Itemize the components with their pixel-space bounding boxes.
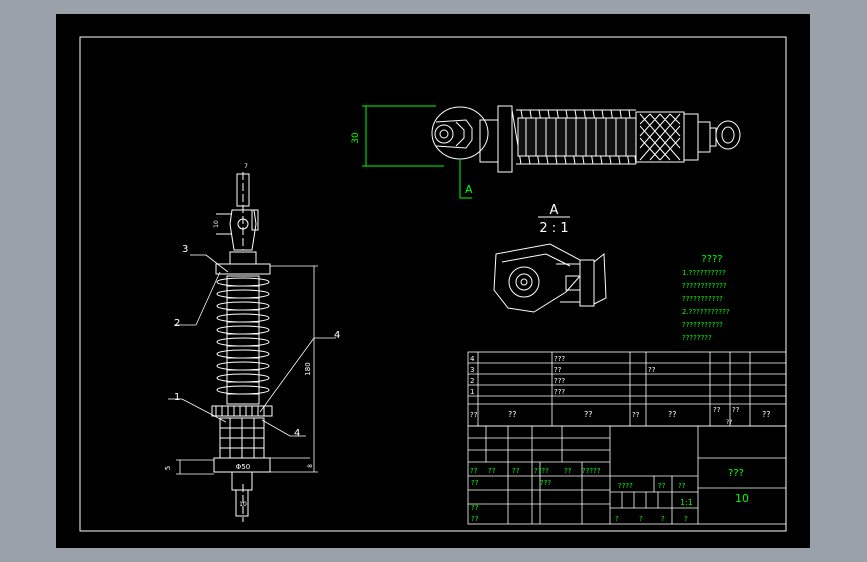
- left-row: ??: [471, 515, 479, 523]
- bottom-cell: ?: [639, 515, 643, 523]
- parts-row-name: ???: [554, 355, 565, 363]
- detail-a-view: [493, 243, 607, 313]
- note-line: 2.???????????: [682, 308, 730, 316]
- notes-title: ????: [701, 254, 722, 265]
- parts-row-no: 4: [470, 355, 475, 363]
- note-line: ???????????: [682, 321, 723, 329]
- parts-row-no: 3: [470, 366, 474, 374]
- drawing-number: 10: [735, 492, 749, 505]
- front-dim-side: 10: [213, 220, 220, 228]
- parts-row-name: ??: [554, 366, 562, 374]
- scale-value: 1:1: [680, 498, 693, 507]
- top-dim-label: 30: [351, 132, 361, 144]
- parts-header: ??: [470, 411, 478, 419]
- top-view: [431, 105, 741, 173]
- callout-1: 1: [174, 392, 180, 403]
- note-line: ???????????: [682, 295, 723, 303]
- bottom-cell: ?: [661, 515, 665, 523]
- parts-row-material: ??: [648, 366, 656, 374]
- sign-cell: ?????: [582, 467, 601, 475]
- top-dimension: [362, 105, 472, 199]
- bottom-cell: ?: [615, 515, 619, 523]
- sign-cell: ??: [564, 467, 572, 475]
- drawing-name: ???: [728, 468, 744, 479]
- front-dim-base: 8: [307, 464, 314, 468]
- parts-header-sub: ??: [726, 419, 732, 426]
- front-dim-left: 5: [164, 466, 172, 470]
- parts-header: ??: [732, 406, 740, 414]
- sign-cell: ????: [534, 467, 549, 475]
- front-dim-top: 7: [244, 163, 248, 170]
- parts-row-no: 2: [470, 377, 474, 385]
- stage-label: ??: [658, 482, 666, 490]
- callout-2: 2: [174, 318, 180, 329]
- bottom-cell: ?: [684, 515, 688, 523]
- sign-cell: ??: [470, 467, 478, 475]
- callout-3: 3: [182, 244, 188, 255]
- left-row: ??: [471, 504, 479, 512]
- left-row: ??: [471, 479, 479, 487]
- inner-border: [79, 36, 787, 532]
- front-dim-bottom: 10: [239, 501, 247, 508]
- note-line: ????????????: [682, 282, 727, 290]
- note-line: 1.??????????: [682, 269, 726, 277]
- section-label: A: [465, 183, 473, 196]
- parts-row-no: 1: [470, 388, 474, 396]
- parts-header: ??: [762, 410, 771, 419]
- parts-row-name: ???: [554, 377, 565, 385]
- parts-header: ??: [508, 410, 517, 419]
- front-dim-height: 180: [304, 362, 312, 375]
- drawing-sheet: 30 A A 2 : 1 ???? 1.?????????? ?????????…: [56, 14, 810, 548]
- front-dim-body: Φ50: [236, 463, 250, 471]
- front-spring: [216, 275, 270, 405]
- stage-label: ??: [678, 482, 686, 490]
- callout-4b: 4: [294, 428, 300, 439]
- parts-header: ??: [713, 406, 721, 414]
- note-line: ????????: [682, 334, 712, 342]
- stage-label: ????: [618, 482, 633, 490]
- parts-row-name: ???: [554, 388, 565, 396]
- process-label: ???: [540, 479, 551, 487]
- sign-cell: ??: [512, 467, 520, 475]
- parts-header: ??: [584, 410, 593, 419]
- parts-header: ??: [668, 410, 677, 419]
- cad-drawing: 30 A A 2 : 1 ???? 1.?????????? ?????????…: [79, 36, 787, 532]
- callout-4: 4: [334, 330, 340, 341]
- detail-scale: 2 : 1: [539, 221, 568, 236]
- parts-header: ??: [632, 411, 640, 419]
- sign-cell: ??: [488, 467, 496, 475]
- detail-label: A: [550, 203, 559, 218]
